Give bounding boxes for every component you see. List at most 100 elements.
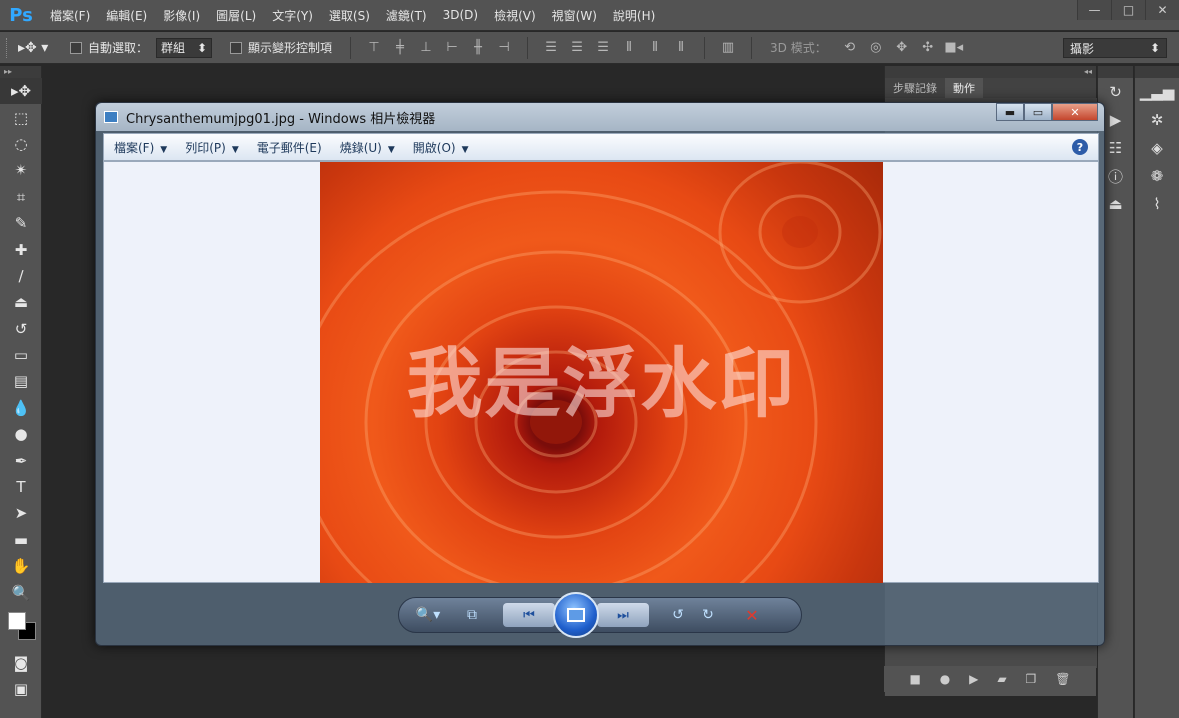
foreground-color[interactable] (8, 611, 26, 630)
show-transform-checkbox[interactable] (230, 41, 243, 54)
align-vcenter-icon[interactable]: ╪ (387, 40, 413, 55)
menu-select[interactable]: 選取(S) (321, 7, 378, 24)
delete-icon[interactable]: ✕ (737, 603, 767, 627)
actual-size-icon[interactable]: ⧉ (457, 603, 487, 627)
color-swatches[interactable] (0, 606, 42, 650)
viewer-menu-file[interactable]: 檔案(F) ▼ (114, 139, 167, 156)
blur-tool[interactable]: 💧 (0, 395, 42, 421)
folder-icon[interactable]: ▰ (997, 672, 1006, 686)
move-tool[interactable]: ▸✥ (0, 78, 42, 105)
rotate-counterclockwise-icon[interactable]: ↺ (663, 603, 693, 627)
histogram-icon[interactable]: ▁▃▅ (1135, 78, 1179, 106)
menu-view[interactable]: 檢視(V) (486, 7, 544, 24)
play-icon[interactable]: ▶ (969, 672, 978, 686)
move-tool-icon[interactable]: ▸✥ ▾ (18, 40, 62, 56)
path-selection-tool[interactable]: ➤ (0, 500, 42, 526)
next-button[interactable]: ⏭ (597, 603, 649, 627)
pan-3d-icon[interactable]: ✥ (889, 40, 915, 55)
panel-tabs: 步驟記錄 動作 (885, 78, 1096, 98)
previous-icon: ⏮ (523, 607, 535, 623)
gradient-tool[interactable]: ▤ (0, 368, 42, 394)
rotate-3d-icon[interactable]: ⟲ (837, 40, 863, 55)
slide-3d-icon[interactable]: ✣ (915, 40, 941, 55)
tab-history[interactable]: 步驟記錄 (885, 78, 945, 98)
magic-wand-tool[interactable]: ✴ (0, 157, 42, 183)
pen-tool[interactable]: ✒ (0, 447, 42, 473)
align-hcenter-icon[interactable]: ╫ (465, 40, 491, 55)
paths-icon[interactable]: ⌇ (1135, 190, 1179, 218)
align-bottom-icon[interactable]: ⊥ (413, 40, 439, 55)
menu-help[interactable]: 說明(H) (605, 7, 663, 24)
zoom-tool[interactable]: 🔍 (0, 579, 42, 605)
help-icon[interactable]: ? (1072, 139, 1088, 155)
history-icon[interactable]: ↻ (1098, 78, 1133, 106)
distribute-right-icon[interactable]: ⫴ (668, 40, 694, 55)
auto-select-checkbox[interactable] (70, 41, 82, 54)
options-grip[interactable] (6, 37, 10, 58)
rotate-clockwise-icon[interactable]: ↻ (693, 603, 723, 627)
align-left-icon[interactable]: ⊢ (439, 40, 465, 55)
navigator-icon[interactable]: ✲ (1135, 106, 1179, 134)
screen-mode-icon[interactable]: ▣ (0, 676, 42, 702)
menu-filter[interactable]: 濾鏡(T) (378, 7, 435, 24)
scale-3d-icon[interactable]: ■◂ (941, 40, 967, 55)
stop-icon[interactable]: ■ (909, 672, 920, 686)
distribute-hcenter-icon[interactable]: ⫴ (642, 40, 668, 55)
align-right-icon[interactable]: ⊣ (491, 40, 517, 55)
viewer-minimize-button[interactable]: ▬ (996, 103, 1024, 121)
eraser-tool[interactable]: ▭ (0, 342, 42, 368)
record-icon[interactable]: ● (940, 672, 950, 686)
crop-tool[interactable]: ⌗ (0, 184, 42, 210)
hand-tool[interactable]: ✋ (0, 553, 42, 579)
minimize-button[interactable]: — (1077, 0, 1111, 20)
history-brush-tool[interactable]: ↺ (0, 316, 42, 342)
viewer-title-bar[interactable]: Chrysanthemumjpg01.jpg - Windows 相片檢視器 ▬… (96, 103, 1104, 131)
layers-icon[interactable]: ◈ (1135, 134, 1179, 162)
viewer-maximize-button[interactable]: ▭ (1024, 103, 1052, 121)
viewer-close-button[interactable]: ✕ (1052, 103, 1098, 121)
menu-file[interactable]: 檔案(F) (42, 7, 98, 24)
healing-tool[interactable]: ✚ (0, 236, 42, 262)
menu-3d[interactable]: 3D(D) (435, 8, 486, 22)
slideshow-button[interactable] (553, 592, 599, 638)
distribute-left-icon[interactable]: ⫴ (616, 40, 642, 55)
marquee-tool[interactable]: ⬚ (0, 104, 42, 130)
distribute-vcenter-icon[interactable]: ☰ (564, 40, 590, 55)
align-top-icon[interactable]: ⊤ (361, 40, 387, 55)
distribute-bottom-icon[interactable]: ☰ (590, 40, 616, 55)
window-controls: — □ ✕ (1077, 0, 1179, 22)
viewer-menu-burn[interactable]: 燒錄(U) ▼ (340, 139, 395, 156)
panel-collapse[interactable]: ◂◂ (885, 66, 1096, 78)
channels-icon[interactable]: ❁ (1135, 162, 1179, 190)
dodge-tool[interactable]: ● (0, 421, 42, 447)
maximize-button[interactable]: □ (1111, 0, 1145, 20)
menu-type[interactable]: 文字(Y) (264, 7, 321, 24)
viewer-menu-open[interactable]: 開啟(O) ▼ (413, 139, 469, 156)
menu-image[interactable]: 影像(I) (155, 7, 208, 24)
workspace-dropdown[interactable]: 攝影 ⬍ (1063, 38, 1167, 58)
tools-collapse[interactable]: ▸▸ (0, 66, 41, 78)
shape-tool[interactable]: ▬ (0, 527, 42, 553)
viewer-menu-print[interactable]: 列印(P) ▼ (185, 139, 239, 156)
zoom-icon[interactable]: 🔍▾ (413, 603, 443, 627)
close-button[interactable]: ✕ (1145, 0, 1179, 20)
auto-select-dropdown[interactable]: 群組 ⬍ (156, 37, 213, 58)
auto-align-icon[interactable]: ▥ (715, 40, 741, 55)
type-tool[interactable]: T (0, 474, 42, 500)
previous-button[interactable]: ⏮ (503, 603, 555, 627)
menu-layer[interactable]: 圖層(L) (208, 7, 264, 24)
brush-tool[interactable]: ∕ (0, 263, 42, 289)
eyedropper-tool[interactable]: ✎ (0, 210, 42, 236)
stamp-tool[interactable]: ⏏ (0, 289, 42, 315)
distribute-top-icon[interactable]: ☰ (538, 40, 564, 55)
tab-actions[interactable]: 動作 (945, 78, 983, 98)
lasso-tool[interactable]: ◌ (0, 131, 42, 157)
viewer-menu-email[interactable]: 電子郵件(E) (257, 139, 322, 156)
new-action-icon[interactable]: ❐ (1026, 672, 1037, 686)
quick-mask-icon[interactable]: ◙ (0, 650, 42, 676)
roll-3d-icon[interactable]: ◎ (863, 40, 889, 55)
menu-edit[interactable]: 編輯(E) (98, 7, 155, 24)
menu-window[interactable]: 視窗(W) (544, 7, 605, 24)
trash-icon[interactable]: 🗑 (1055, 672, 1070, 686)
workspace-value: 攝影 (1070, 41, 1095, 56)
